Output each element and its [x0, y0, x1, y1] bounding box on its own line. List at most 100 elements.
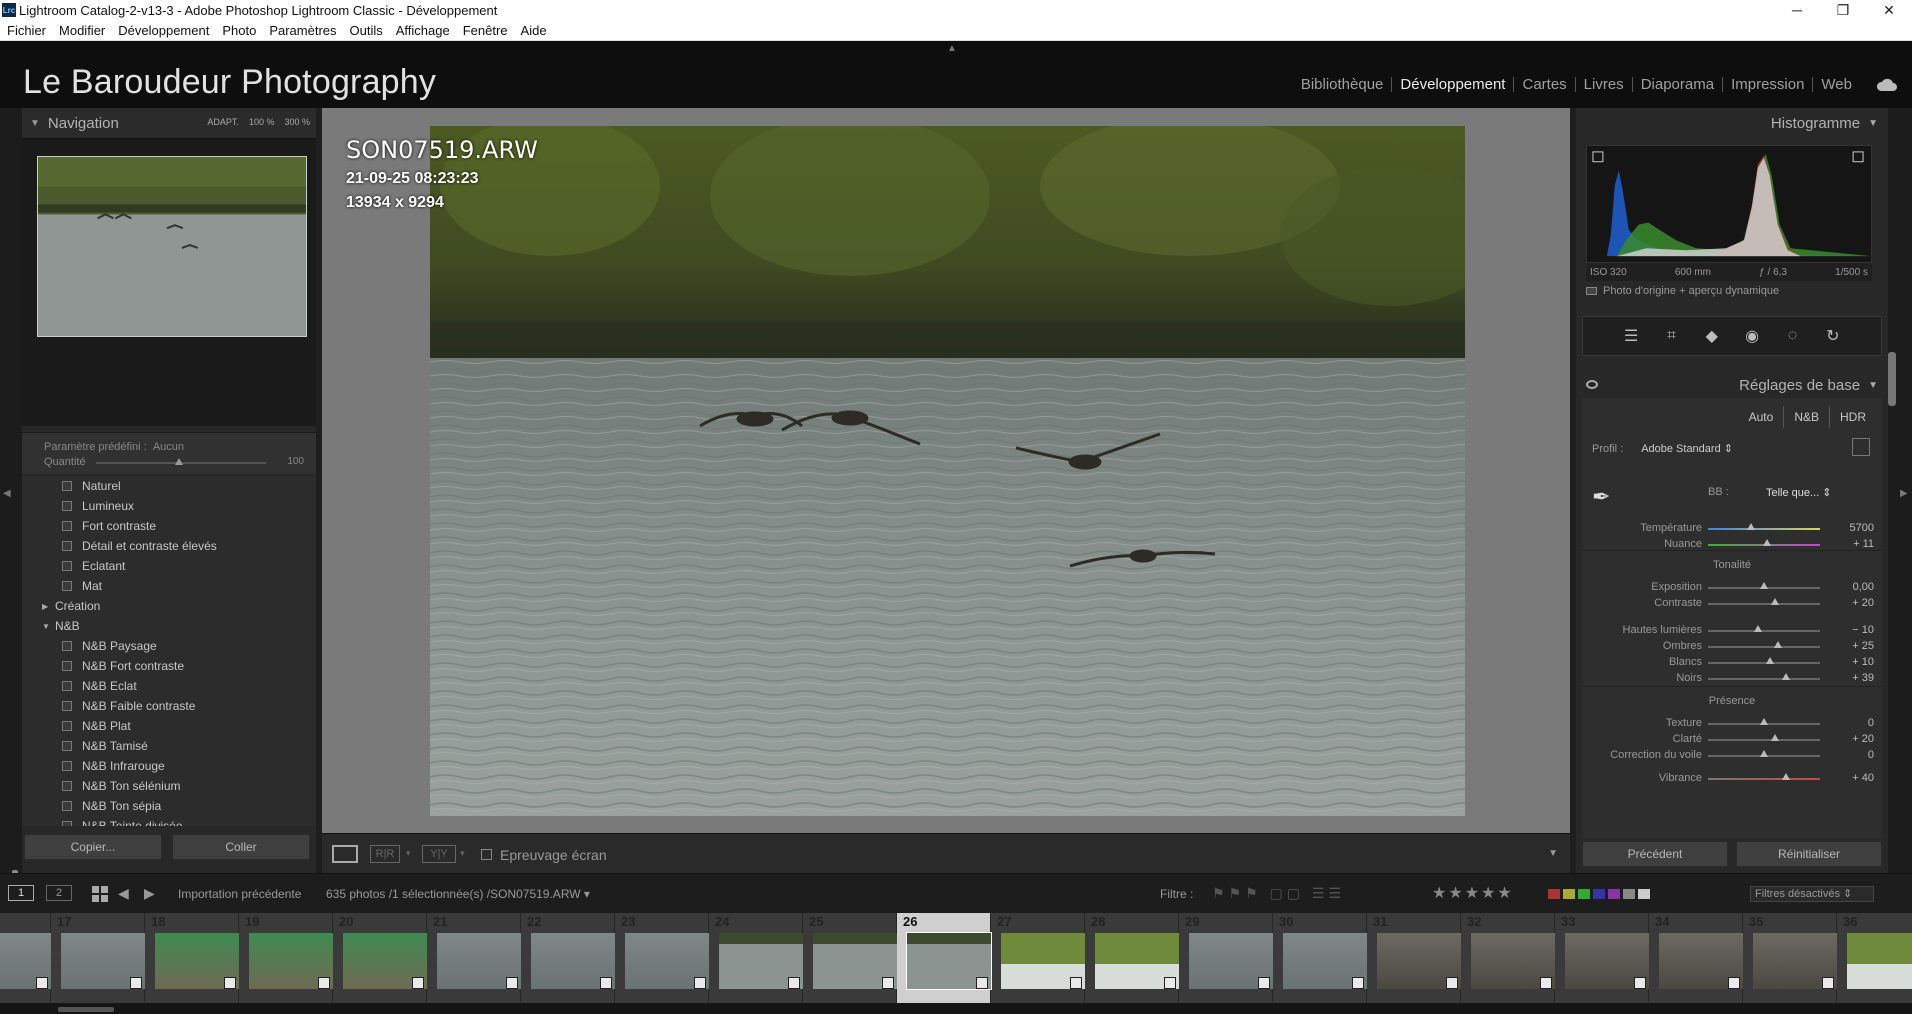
- histogram-header[interactable]: Histogramme ▼: [1576, 108, 1888, 138]
- menu-affichage[interactable]: Affichage: [390, 23, 456, 38]
- filmstrip-cell[interactable]: 23: [615, 913, 709, 1003]
- left-panel-toggle-icon[interactable]: ◀: [3, 488, 11, 499]
- red-eye-icon[interactable]: ◉: [1742, 326, 1762, 346]
- copy-button[interactable]: Copier...: [24, 834, 162, 860]
- module-developpement[interactable]: Développement: [1392, 77, 1515, 92]
- loupe-view-button[interactable]: [332, 845, 358, 863]
- minimize-button[interactable]: ─: [1774, 0, 1820, 20]
- navigator-header[interactable]: ▼ Navigation ADAPT. 100 % 300 %: [22, 108, 316, 138]
- slider-knob[interactable]: [1760, 750, 1768, 757]
- slider-knob[interactable]: [1765, 657, 1774, 664]
- zoom-fit[interactable]: ADAPT.: [207, 117, 239, 127]
- next-arrow-icon[interactable]: ▶: [144, 885, 155, 902]
- menu-modifier[interactable]: Modifier: [53, 23, 111, 38]
- edit-sliders-icon[interactable]: ☰: [1621, 326, 1641, 346]
- prev-arrow-icon[interactable]: ◀: [118, 885, 129, 902]
- slider-knob[interactable]: [1754, 625, 1763, 632]
- histogram-graph[interactable]: [1586, 145, 1872, 263]
- preset-item[interactable]: Mat: [22, 576, 316, 596]
- slider-value[interactable]: 0: [1834, 717, 1874, 729]
- filmstrip-cell[interactable]: 29: [1179, 913, 1273, 1003]
- wb-select[interactable]: Telle que... ⇕: [1766, 486, 1831, 499]
- filmstrip-cell[interactable]: 27: [991, 913, 1085, 1003]
- filmstrip-cell[interactable]: 30: [1273, 913, 1367, 1003]
- amount-slider-knob[interactable]: [175, 458, 183, 465]
- collapse-triangle-icon[interactable]: ▼: [30, 118, 40, 129]
- slider-value[interactable]: + 11: [1834, 538, 1874, 550]
- filmstrip-scroll-thumb[interactable]: [58, 1007, 114, 1012]
- reset-button[interactable]: Réinitialiser: [1736, 841, 1882, 867]
- slider-knob[interactable]: [1763, 539, 1772, 546]
- maximize-button[interactable]: ❐: [1820, 0, 1866, 20]
- filmstrip-scrollbar[interactable]: [0, 1003, 1912, 1014]
- slider-value[interactable]: + 10: [1834, 656, 1874, 668]
- filmstrip-cell[interactable]: 24: [709, 913, 803, 1003]
- flag-filter-icons[interactable]: ⚑⚑⚑ ▢▢ ☰☰: [1212, 885, 1345, 902]
- menu-aide[interactable]: Aide: [515, 23, 553, 38]
- filmstrip-cell[interactable]: 36: [1837, 913, 1912, 1003]
- module-web[interactable]: Web: [1813, 77, 1860, 92]
- crop-icon[interactable]: ⌗: [1661, 326, 1681, 346]
- soft-proof-checkbox[interactable]: [481, 849, 492, 860]
- gray-label-icon[interactable]: [1623, 889, 1635, 899]
- rating-filter[interactable]: ★★★★★: [1432, 883, 1514, 903]
- slider-track[interactable]: [1708, 662, 1820, 664]
- chevron-down-icon[interactable]: ▾: [406, 848, 411, 859]
- menu-outils[interactable]: Outils: [344, 23, 389, 38]
- filmstrip-cell[interactable]: 21: [427, 913, 521, 1003]
- basic-panel-header[interactable]: Réglages de base ▼: [1576, 370, 1888, 400]
- profile-select[interactable]: Adobe Standard ⇕: [1641, 442, 1733, 455]
- slider-knob[interactable]: [1774, 641, 1782, 648]
- preset-item[interactable]: N&B Ton sélénium: [22, 776, 316, 796]
- right-panel-toggle-icon[interactable]: ▶: [1900, 488, 1908, 499]
- triangle-right-icon[interactable]: ▶: [42, 602, 55, 611]
- healing-icon[interactable]: ◆: [1702, 326, 1722, 346]
- blue-label-icon[interactable]: [1593, 889, 1605, 899]
- red-label-icon[interactable]: [1548, 889, 1560, 899]
- preset-folder[interactable]: ▼ N&B: [22, 616, 316, 636]
- preset-item[interactable]: N&B Fort contraste: [22, 656, 316, 676]
- preset-item[interactable]: Détail et contraste élevés: [22, 536, 316, 556]
- hdr-button[interactable]: HDR: [1829, 406, 1876, 428]
- preset-item[interactable]: N&B Infrarouge: [22, 756, 316, 776]
- collapse-triangle-icon[interactable]: ▼: [1868, 380, 1878, 391]
- yellow-label-icon[interactable]: [1563, 889, 1575, 899]
- slider-value[interactable]: + 25: [1834, 640, 1874, 652]
- original-preview-toggle[interactable]: Photo d'origine + aperçu dynamique: [1586, 285, 1779, 297]
- menu-photo[interactable]: Photo: [216, 23, 262, 38]
- slider-track[interactable]: [1708, 630, 1820, 632]
- slider-value[interactable]: + 20: [1834, 597, 1874, 609]
- profile-browser-icon[interactable]: [1852, 438, 1870, 456]
- preset-item[interactable]: N&B Paysage: [22, 636, 316, 656]
- before-after-lr-button[interactable]: R|R: [370, 845, 400, 863]
- photo-thumbnail[interactable]: [1847, 933, 1912, 989]
- filmstrip-cell[interactable]: 25: [803, 913, 897, 1003]
- second-screen-button[interactable]: 2: [46, 885, 72, 901]
- triangle-down-icon[interactable]: ▼: [42, 622, 55, 631]
- filmstrip-cell[interactable]: 20: [333, 913, 427, 1003]
- slider-value[interactable]: + 20: [1834, 733, 1874, 745]
- menu-fichier[interactable]: Fichier: [1, 23, 52, 38]
- right-scrollbar[interactable]: [1888, 352, 1896, 406]
- grid-view-icon[interactable]: [92, 886, 108, 902]
- eyedropper-icon[interactable]: ✒: [1592, 484, 1622, 514]
- preset-item[interactable]: Eclatant: [22, 556, 316, 576]
- collapse-triangle-icon[interactable]: ▼: [1868, 118, 1878, 129]
- main-screen-button[interactable]: 1: [8, 885, 34, 901]
- preset-item[interactable]: Fort contraste: [22, 516, 316, 536]
- filmstrip-cell[interactable]: 32: [1461, 913, 1555, 1003]
- preset-item[interactable]: Naturel: [22, 476, 316, 496]
- slider-track[interactable]: [1708, 678, 1820, 680]
- menu-parametres[interactable]: Paramètres: [263, 23, 342, 38]
- zoom-300[interactable]: 300 %: [284, 117, 310, 127]
- slider-value[interactable]: 0,00: [1834, 581, 1874, 593]
- preset-item[interactable]: N&B Ton sépia: [22, 796, 316, 816]
- filmstrip-cell[interactable]: [0, 913, 51, 1003]
- slider-knob[interactable]: [1781, 673, 1790, 680]
- slider-track[interactable]: [1708, 646, 1820, 648]
- slider-knob[interactable]: [1771, 598, 1780, 605]
- filmstrip-cell[interactable]: 34: [1649, 913, 1743, 1003]
- preset-item[interactable]: N&B Faible contraste: [22, 696, 316, 716]
- menu-fenetre[interactable]: Fenêtre: [457, 23, 514, 38]
- filmstrip-cell[interactable]: 18: [145, 913, 239, 1003]
